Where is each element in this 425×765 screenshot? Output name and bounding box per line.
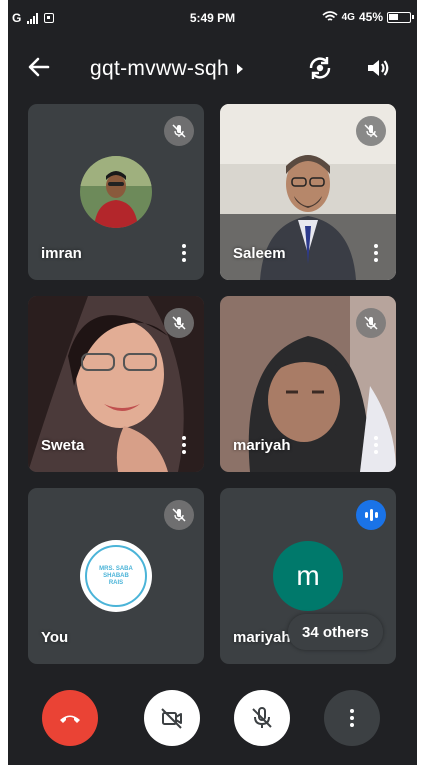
meeting-code: gqt-mvww-sqh xyxy=(90,57,229,80)
avatar-logo-text: MRS. SABA SHABAB RAIS xyxy=(99,565,133,586)
others-count-button[interactable]: 34 others xyxy=(288,614,383,650)
battery-percent: 45% xyxy=(358,10,383,24)
mic-off-icon xyxy=(364,316,378,330)
back-button[interactable] xyxy=(26,54,52,80)
camera-toggle-button[interactable] xyxy=(144,690,200,746)
meeting-code-button[interactable]: gqt-mvww-sqh xyxy=(90,57,243,81)
participant-name: Saleem xyxy=(233,245,286,262)
mic-off-icon xyxy=(172,124,186,138)
participant-tile-sweta[interactable]: Sweta xyxy=(28,296,204,472)
participant-tile-others[interactable]: m mariyah 34 others xyxy=(220,488,396,664)
participant-tile-imran[interactable]: imran xyxy=(28,104,204,280)
more-vert-icon xyxy=(374,436,378,440)
meet-screen: G 5:49 PM 4G 45% gqt-mvww-sqh imran Sale… xyxy=(8,0,417,765)
participant-name: imran xyxy=(41,245,82,262)
call-controls xyxy=(8,690,417,750)
battery-icon xyxy=(387,11,414,23)
participant-tile-self[interactable]: MRS. SABA SHABAB RAIS You xyxy=(28,488,204,664)
participant-name: You xyxy=(41,629,69,646)
camera-off-icon xyxy=(161,708,182,729)
mic-off-badge xyxy=(164,308,194,338)
participant-avatar-photo xyxy=(80,156,152,228)
participant-menu-button[interactable] xyxy=(366,240,386,266)
volume-icon xyxy=(368,60,389,76)
mic-off-icon xyxy=(252,707,272,728)
mic-off-icon xyxy=(364,124,378,138)
status-right: 4G 45% xyxy=(322,10,414,24)
wifi-icon xyxy=(322,11,338,21)
switch-camera-button[interactable] xyxy=(306,54,334,82)
mic-off-icon xyxy=(172,316,186,330)
mic-toggle-button[interactable] xyxy=(234,690,290,746)
switch-camera-icon xyxy=(309,57,331,79)
mic-off-badge xyxy=(164,500,194,530)
more-vert-icon xyxy=(182,436,186,440)
participant-initial-avatar: m xyxy=(273,541,343,611)
participant-menu-button[interactable] xyxy=(174,240,194,266)
self-avatar-logo: MRS. SABA SHABAB RAIS xyxy=(80,540,152,612)
network-type-label: 4G xyxy=(341,11,355,23)
participant-name: Sweta xyxy=(41,437,85,454)
more-vert-icon xyxy=(182,244,186,248)
status-bar: G 5:49 PM 4G 45% xyxy=(8,0,417,36)
meeting-header: gqt-mvww-sqh xyxy=(8,44,417,92)
participant-menu-button[interactable] xyxy=(174,432,194,458)
end-call-button[interactable] xyxy=(42,690,98,746)
mic-off-icon xyxy=(172,508,186,522)
mic-off-badge xyxy=(356,116,386,146)
arrow-back-icon xyxy=(28,57,50,77)
participant-tile-mariyah[interactable]: mariyah xyxy=(220,296,396,472)
end-call-icon xyxy=(60,715,80,723)
caret-right-icon xyxy=(236,64,243,75)
participant-tile-saleem[interactable]: Saleem xyxy=(220,104,396,280)
mic-off-badge xyxy=(356,308,386,338)
speaker-button[interactable] xyxy=(365,55,391,81)
participant-name: mariyah xyxy=(233,437,291,454)
participant-name: mariyah xyxy=(233,629,291,646)
more-vert-icon xyxy=(374,244,378,248)
more-vert-icon xyxy=(350,709,354,713)
participant-menu-button[interactable] xyxy=(366,432,386,458)
mic-off-badge xyxy=(164,116,194,146)
speaking-indicator-icon xyxy=(356,500,386,530)
avatar-ring: MRS. SABA SHABAB RAIS xyxy=(85,545,147,607)
more-options-button[interactable] xyxy=(324,690,380,746)
